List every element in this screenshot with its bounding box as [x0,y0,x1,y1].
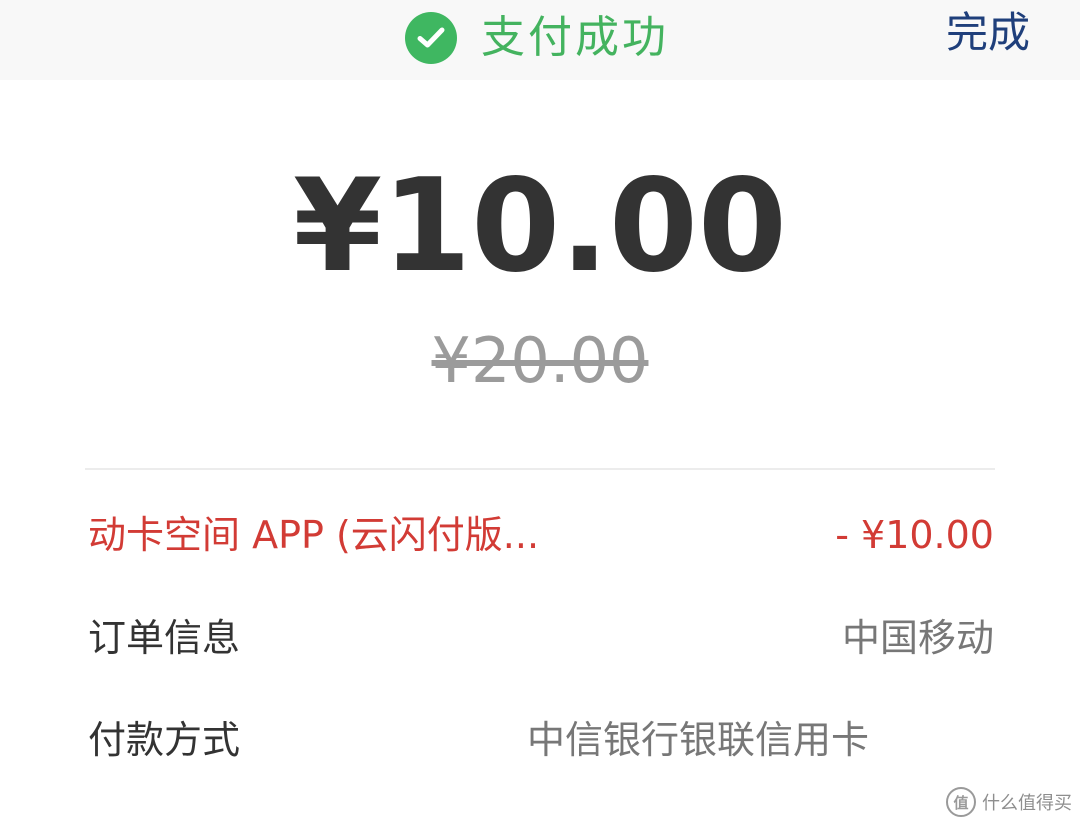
discount-source-label: 动卡空间 APP (云闪付版... [88,513,540,557]
order-merchant: 中国移动 [841,616,994,660]
check-mark-icon [417,27,445,48]
payment-method-label: 付款方式 [88,718,241,762]
order-info-row[interactable]: 订单信息 中国移动 [88,616,994,660]
original-amount: ¥20.00 [431,324,649,397]
done-button[interactable]: 完成 [946,12,1030,54]
discount-row: 动卡空间 APP (云闪付版... - ¥10.00 [88,513,994,557]
payment-result-header: 支付成功 完成 [0,0,1080,80]
payment-status-text: 支付成功 [481,12,669,63]
payment-method-row: 付款方式 中信银行银联信用卡 [88,718,994,762]
check-circle-icon [405,12,457,64]
watermark: 值 什么值得买 [946,787,1072,817]
watermark-text: 什么值得买 [982,793,1072,814]
discount-amount: - ¥10.00 [835,513,994,557]
payment-method-value: 中信银行银联信用卡 [526,718,869,762]
watermark-logo-icon: 值 [946,787,976,817]
paid-amount: ¥10.00 [293,152,787,301]
order-info-label: 订单信息 [88,616,241,660]
payment-status: 支付成功 [405,8,669,68]
section-divider [85,468,995,470]
